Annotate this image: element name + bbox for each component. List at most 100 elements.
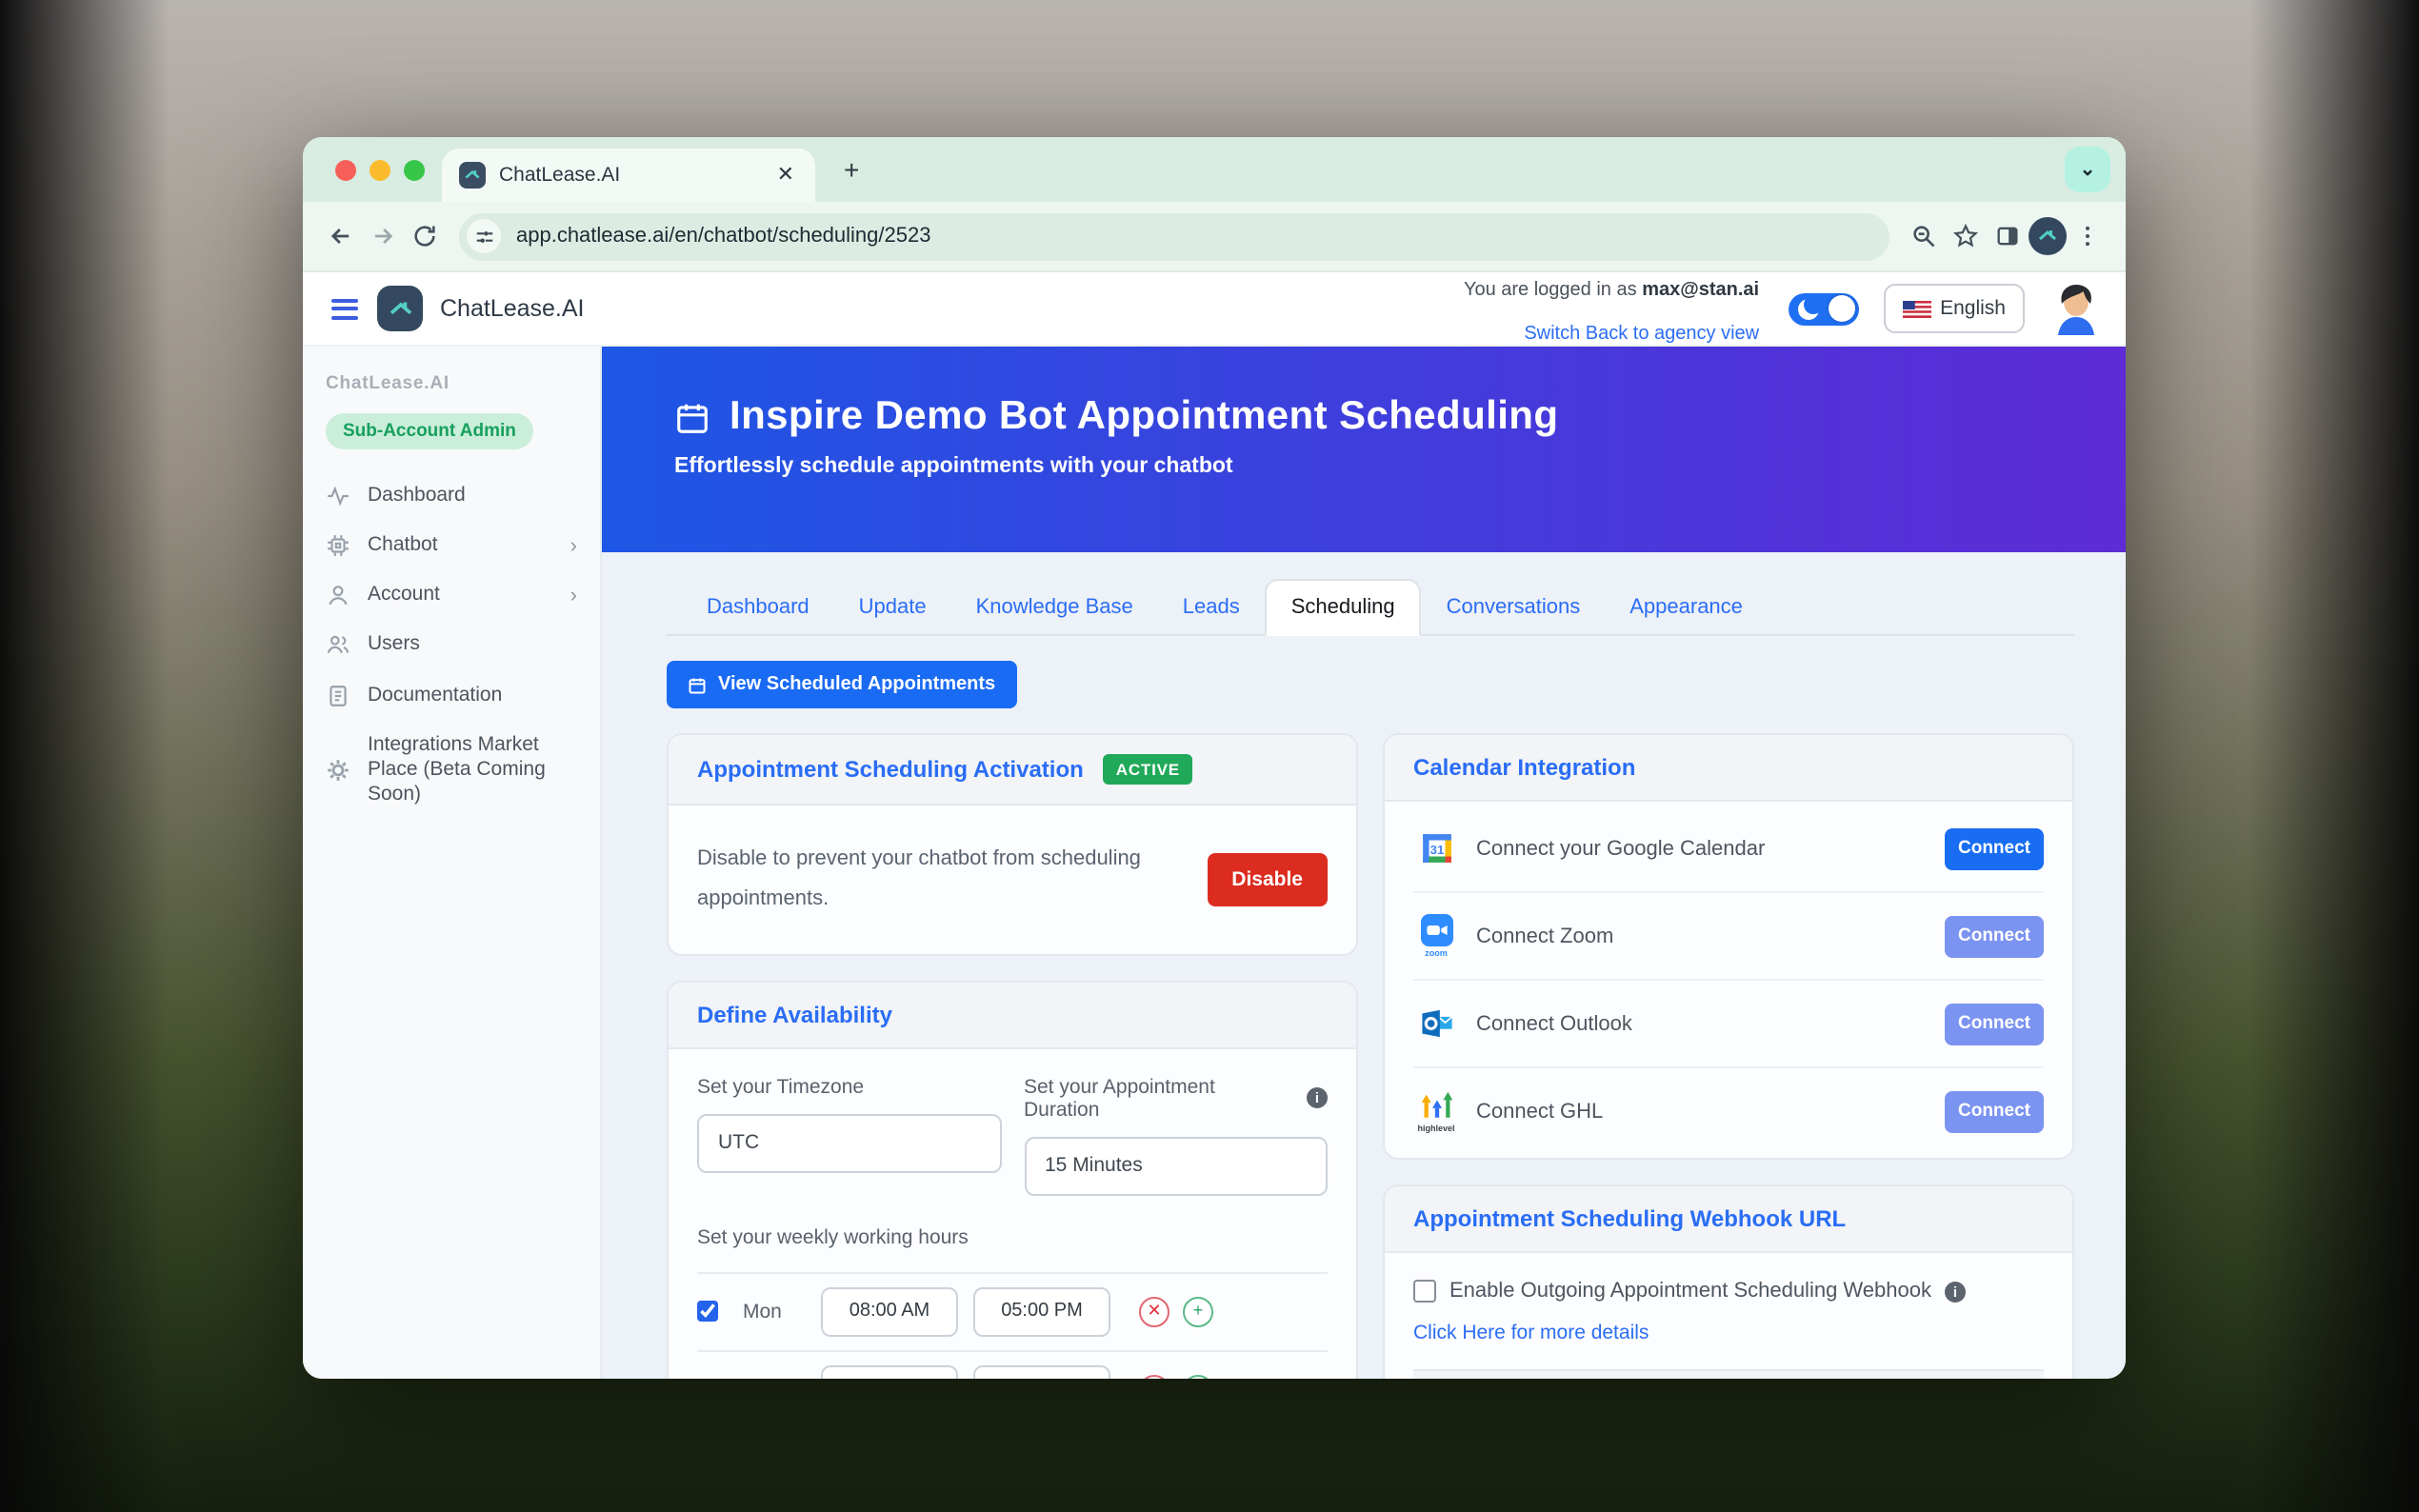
users-icon — [326, 633, 350, 658]
document-icon — [326, 683, 350, 707]
desktop: ChatLease.AI ✕ + ⌄ app.chatlease.ai/en/c… — [0, 0, 2419, 1512]
connect-zoom-button[interactable]: Connect — [1945, 915, 2044, 957]
main-content: Inspire Demo Bot Appointment Scheduling … — [602, 347, 2126, 1379]
mon-end-time-input[interactable] — [973, 1287, 1110, 1337]
switch-agency-link[interactable]: Switch Back to agency view — [1524, 324, 1759, 345]
logged-in-user: max@stan.ai — [1642, 280, 1759, 301]
address-bar[interactable]: app.chatlease.ai/en/chatbot/scheduling/2… — [459, 212, 1889, 260]
weekly-hours-label: Set your weekly working hours — [697, 1226, 1328, 1249]
integration-row-ghl: highlevel Connect GHL Connect — [1413, 1066, 2044, 1154]
activation-card: Appointment Scheduling Activation ACTIVE… — [667, 733, 1358, 956]
remove-slot-icon[interactable]: ✕ — [1139, 1297, 1170, 1327]
window-controls — [335, 160, 425, 181]
forward-icon[interactable] — [362, 215, 404, 257]
tab-close-icon[interactable]: ✕ — [773, 161, 798, 189]
sidebar-item-dashboard[interactable]: Dashboard — [326, 484, 577, 508]
toggle-knob — [1828, 295, 1854, 322]
browser-menu-icon[interactable] — [2067, 215, 2109, 257]
us-flag-icon — [1902, 300, 1930, 317]
site-settings-icon[interactable] — [467, 219, 501, 253]
language-label: English — [1940, 297, 2006, 320]
sidebar-item-documentation[interactable]: Documentation — [326, 683, 577, 707]
calendar-integration-title: Calendar Integration — [1413, 754, 1635, 781]
integration-row-zoom: zoom Connect Zoom Connect — [1413, 891, 2044, 979]
page-title: Inspire Demo Bot Appointment Scheduling — [674, 394, 2126, 440]
mon-start-time-input[interactable] — [821, 1287, 958, 1337]
webhook-title: Appointment Scheduling Webhook URL — [1413, 1205, 1846, 1232]
calendar-integration-header: Calendar Integration — [1385, 735, 2072, 802]
calendar-icon — [674, 399, 710, 435]
app-header: ChatLease.AI You are logged in as max@st… — [303, 272, 2126, 347]
language-selector[interactable]: English — [1883, 284, 2025, 333]
info-icon[interactable]: i — [1307, 1088, 1328, 1109]
day-label: Mon — [743, 1301, 806, 1323]
close-window-button[interactable] — [335, 160, 356, 181]
timezone-select[interactable]: UTC — [697, 1114, 1001, 1173]
user-avatar[interactable] — [2049, 282, 2103, 335]
zoom-icon[interactable] — [1903, 215, 1945, 257]
outlook-icon — [1413, 1007, 1459, 1040]
tab-title: ChatLease.AI — [499, 164, 773, 187]
integration-label: Connect your Google Calendar — [1476, 837, 1945, 860]
tab-conversations[interactable]: Conversations — [1422, 581, 1606, 634]
integration-label: Connect GHL — [1476, 1100, 1945, 1123]
svg-text:31: 31 — [1429, 843, 1444, 857]
disable-button[interactable]: Disable — [1207, 853, 1328, 906]
webhook-checkbox[interactable] — [1413, 1280, 1436, 1303]
app-logo — [377, 286, 423, 331]
moon-icon — [1797, 298, 1818, 319]
duration-select[interactable]: 15 Minutes — [1024, 1137, 1328, 1196]
mon-checkbox[interactable] — [697, 1302, 718, 1323]
connect-outlook-button[interactable]: Connect — [1945, 1003, 2044, 1044]
remove-slot-icon[interactable]: ✕ — [1139, 1375, 1170, 1379]
connect-ghl-button[interactable]: Connect — [1945, 1090, 2044, 1132]
cpu-icon — [326, 533, 350, 558]
dark-mode-toggle[interactable] — [1788, 292, 1858, 325]
zoom-icon: zoom — [1413, 914, 1459, 958]
app-body: ChatLease.AI Sub-Account Admin Dashboard… — [303, 347, 2126, 1379]
integration-row-google: 31 Connect your Google Calendar Connect — [1413, 806, 2044, 891]
tab-leads[interactable]: Leads — [1158, 581, 1265, 634]
view-scheduled-appointments-button[interactable]: View Scheduled Appointments — [667, 661, 1016, 708]
side-panel-icon[interactable] — [1987, 215, 2029, 257]
tab-appearance[interactable]: Appearance — [1605, 581, 1768, 634]
reload-icon[interactable] — [404, 215, 446, 257]
sidebar-item-integrations[interactable]: Integrations Market Place (Beta Coming S… — [326, 732, 577, 807]
new-tab-icon[interactable]: + — [844, 154, 859, 185]
bookmark-star-icon[interactable] — [1945, 215, 1987, 257]
chevron-right-icon: › — [570, 585, 577, 607]
webhook-details-link[interactable]: Click Here for more details — [1413, 1322, 2044, 1344]
browser-tab[interactable]: ChatLease.AI ✕ — [442, 149, 815, 202]
add-slot-icon[interactable]: + — [1183, 1375, 1213, 1379]
tue-start-time-input[interactable] — [821, 1365, 958, 1379]
tue-end-time-input[interactable] — [973, 1365, 1110, 1379]
maximize-window-button[interactable] — [404, 160, 425, 181]
sidebar-item-users[interactable]: Users — [326, 633, 577, 658]
status-badge: ACTIVE — [1103, 754, 1193, 785]
activation-title: Appointment Scheduling Activation — [697, 756, 1084, 783]
info-icon[interactable]: i — [1945, 1281, 1966, 1302]
tab-dashboard[interactable]: Dashboard — [682, 581, 834, 634]
chevron-right-icon: › — [570, 534, 577, 557]
availability-title: Define Availability — [697, 1002, 892, 1028]
sidebar-item-chatbot[interactable]: Chatbot › — [326, 533, 577, 558]
webhook-checkbox-label: Enable Outgoing Appointment Scheduling W… — [1449, 1280, 1931, 1303]
chevron-down-icon[interactable]: ⌄ — [2065, 147, 2110, 192]
sidebar-item-account[interactable]: Account › — [326, 584, 577, 608]
add-slot-icon[interactable]: + — [1183, 1297, 1213, 1327]
app-brand-name: ChatLease.AI — [440, 295, 585, 322]
activation-card-header: Appointment Scheduling Activation ACTIVE — [669, 735, 1356, 806]
tab-knowledge-base[interactable]: Knowledge Base — [951, 581, 1158, 634]
sidebar: ChatLease.AI Sub-Account Admin Dashboard… — [303, 347, 602, 1379]
tab-scheduling[interactable]: Scheduling — [1265, 579, 1422, 636]
calendar-icon — [688, 675, 707, 694]
connect-google-button[interactable]: Connect — [1945, 827, 2044, 869]
menu-hamburger-icon[interactable] — [331, 298, 358, 319]
back-icon[interactable] — [320, 215, 362, 257]
browser-profile-avatar[interactable] — [2029, 217, 2067, 255]
minimize-window-button[interactable] — [370, 160, 390, 181]
webhook-card: Appointment Scheduling Webhook URL Enabl… — [1383, 1184, 2074, 1379]
integration-label: Connect Zoom — [1476, 925, 1945, 947]
integration-row-outlook: Connect Outlook Connect — [1413, 979, 2044, 1066]
tab-update[interactable]: Update — [834, 581, 951, 634]
